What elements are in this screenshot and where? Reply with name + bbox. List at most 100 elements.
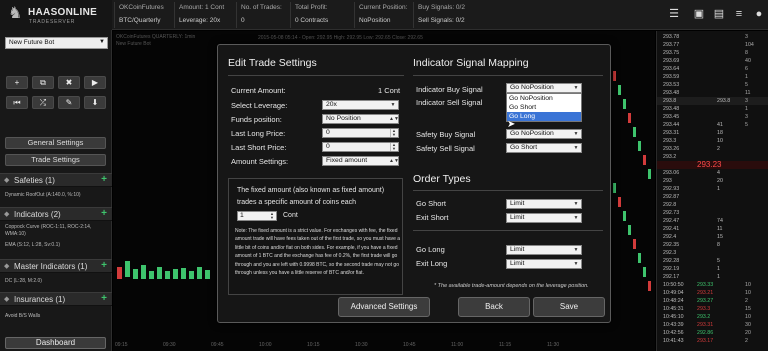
trade-settings-button[interactable]: Trade Settings [5,154,106,166]
wallet-icon[interactable]: ▣ [692,8,706,20]
indicator-buy-select[interactable]: Go NoPosition ▼ [506,83,582,93]
ladder-row[interactable]: 293.75 8 [657,49,768,57]
last-short-price-input[interactable]: 0 ▲ ▼ [322,142,399,152]
indicator-item[interactable]: Coppock Curve (ROC-1:11, ROC-2:14, WMA:1… [5,224,105,238]
ladder-row[interactable]: 293.48 1 [657,105,768,113]
ladder-row[interactable]: 293.3 10 [657,137,768,145]
go-long-label: Go Long [416,245,445,254]
indicator-item[interactable]: EMA (S:12, L:28, Sv:0.1) [5,242,60,249]
ladder-price: 292.87 [663,194,680,200]
ladder-row[interactable]: 293.48 11 [657,89,768,97]
general-settings-button[interactable]: General Settings [5,137,106,149]
master-indicators-section[interactable]: ◆ Master Indicators (1) + [0,259,112,273]
ladder-row[interactable]: 10:41:43 293.17 2 [657,337,768,345]
funds-position-select[interactable]: No Position ▲▼ [322,114,399,124]
backtest-button[interactable]: ⏮ [6,96,28,109]
fixed-amount-input[interactable]: 1 ▲ ▼ [237,211,277,221]
amount-settings-select[interactable]: Fixed amount ▲▼ [322,156,399,166]
add-indicator-icon[interactable]: + [101,208,107,219]
ladder-row[interactable]: 10:42:56 292.86 20 [657,329,768,337]
advanced-settings-button[interactable]: Advanced Settings [338,297,430,317]
user-icon[interactable]: ● [752,8,766,20]
ladder-row[interactable]: 293.53 5 [657,81,768,89]
ladder-row[interactable]: 292.73 [657,209,768,217]
ladder-row[interactable]: 293.59 1 [657,73,768,81]
dropdown-option[interactable]: Go Short [507,103,581,112]
indicator-buy-dropdown-list[interactable]: Go NoPosition Go Short Go Long [506,93,582,122]
spinner-icon[interactable]: ▲ ▼ [269,212,275,220]
ladder-row[interactable]: 292.3 [657,249,768,257]
ladder-row[interactable]: 293 20 [657,177,768,185]
ladder-row[interactable]: 293.23 [657,161,768,169]
spinner-icon[interactable]: ▲ ▼ [390,143,397,151]
ladder-row[interactable]: 293.44 41 5 [657,121,768,129]
ladder-row[interactable]: 292.17 1 [657,273,768,281]
go-short-select[interactable]: Limit ▼ [506,199,582,209]
safety-buy-select[interactable]: Go NoPosition ▼ [506,129,582,139]
exit-short-select[interactable]: Limit ▼ [506,213,582,223]
spinner-icon[interactable]: ▲ ▼ [390,129,397,137]
download-button[interactable]: ⬇ [84,96,106,109]
ladder-row[interactable]: 293.06 4 [657,169,768,177]
add-insurance-icon[interactable]: + [101,293,107,304]
indicators-section[interactable]: ◆ Indicators (2) + [0,207,112,221]
master-item[interactable]: DC (L:28, M:2.0) [5,278,42,285]
ladder-row[interactable]: 293.8 293.8 3 [657,97,768,105]
ladder-row[interactable]: 293.31 18 [657,129,768,137]
ladder-row[interactable]: 292.47 74 [657,217,768,225]
add-safety-icon[interactable]: + [101,174,107,185]
exit-short-label: Exit Short [416,213,449,222]
cash-icon[interactable]: ▤ [712,8,726,20]
ladder-row[interactable]: 10:45:10 293.2 10 [657,313,768,321]
ladder-row[interactable]: 292.41 11 [657,225,768,233]
safety-sell-select[interactable]: Go Short ▼ [506,143,582,153]
ladder-row[interactable]: 10:49:04 293.21 10 [657,289,768,297]
dropdown-option[interactable]: Go NoPosition [507,94,581,103]
top-bar: ♞ HAASONLINE TRADESERVER OKCoinFutures BT… [0,0,768,30]
ladder-row[interactable]: 292.28 5 [657,257,768,265]
ladder-row[interactable]: 10:48:24 293.27 2 [657,297,768,305]
ladder-row[interactable]: 292.8 [657,201,768,209]
ladder-row[interactable]: 10:43:39 293.31 30 [657,321,768,329]
ladder-value: 293.2 [697,314,711,320]
ladder-row[interactable]: 293.69 40 [657,57,768,65]
exit-long-select[interactable]: Limit ▼ [506,259,582,269]
insurances-section[interactable]: ◆ Insurances (1) + [0,292,112,306]
insurance-item[interactable]: Avoid B/S Walls [5,313,40,320]
last-long-price-input[interactable]: 0 ▲ ▼ [322,128,399,138]
ladder-row[interactable]: 293.26 2 [657,145,768,153]
ladder-row[interactable]: 293.77 104 [657,41,768,49]
ladder-row[interactable]: 10:50:50 293.33 10 [657,281,768,289]
leverage-select[interactable]: 20x ▼ [322,100,399,110]
candle [633,127,636,137]
start-bot-button[interactable]: ▶ [84,76,106,89]
bot-select[interactable]: New Future Bot ▼ [5,37,108,49]
delete-bot-button[interactable]: ✖ [58,76,80,89]
add-master-icon[interactable]: + [101,260,107,271]
menu-icon[interactable]: ☰ [667,8,681,20]
ladder-row[interactable]: 292.93 1 [657,185,768,193]
ladder-row[interactable]: 293.45 3 [657,113,768,121]
back-button[interactable]: Back [458,297,530,317]
dropdown-option-selected[interactable]: Go Long [507,112,581,121]
add-bot-button[interactable]: + [6,76,28,89]
save-button[interactable]: Save [533,297,605,317]
shuffle-button[interactable]: ⤮ [32,96,54,109]
ladder-row[interactable]: 292.35 8 [657,241,768,249]
ladder-value: 293.31 [697,322,714,328]
ladder-row[interactable]: 292.4 15 [657,233,768,241]
ladder-row[interactable]: 292.87 [657,193,768,201]
go-long-select[interactable]: Limit ▼ [506,245,582,255]
clone-bot-button[interactable]: ⧉ [32,76,54,89]
edit-button[interactable]: ✎ [58,96,80,109]
ladder-qty: 40 [745,58,751,64]
list-icon[interactable]: ≡ [732,8,746,20]
safeties-section[interactable]: ◆ Safeties (1) + [0,173,112,187]
ladder-row[interactable]: 293.64 6 [657,65,768,73]
safety-item[interactable]: Dynamic RoofOut (A:140.0, %:10) [5,192,81,199]
top-stat-key: Total Profit: [295,4,328,11]
dashboard-button[interactable]: Dashboard [5,337,106,349]
ladder-row[interactable]: 293.78 3 [657,33,768,41]
ladder-row[interactable]: 10:45:31 293.3 15 [657,305,768,313]
ladder-row[interactable]: 292.19 1 [657,265,768,273]
